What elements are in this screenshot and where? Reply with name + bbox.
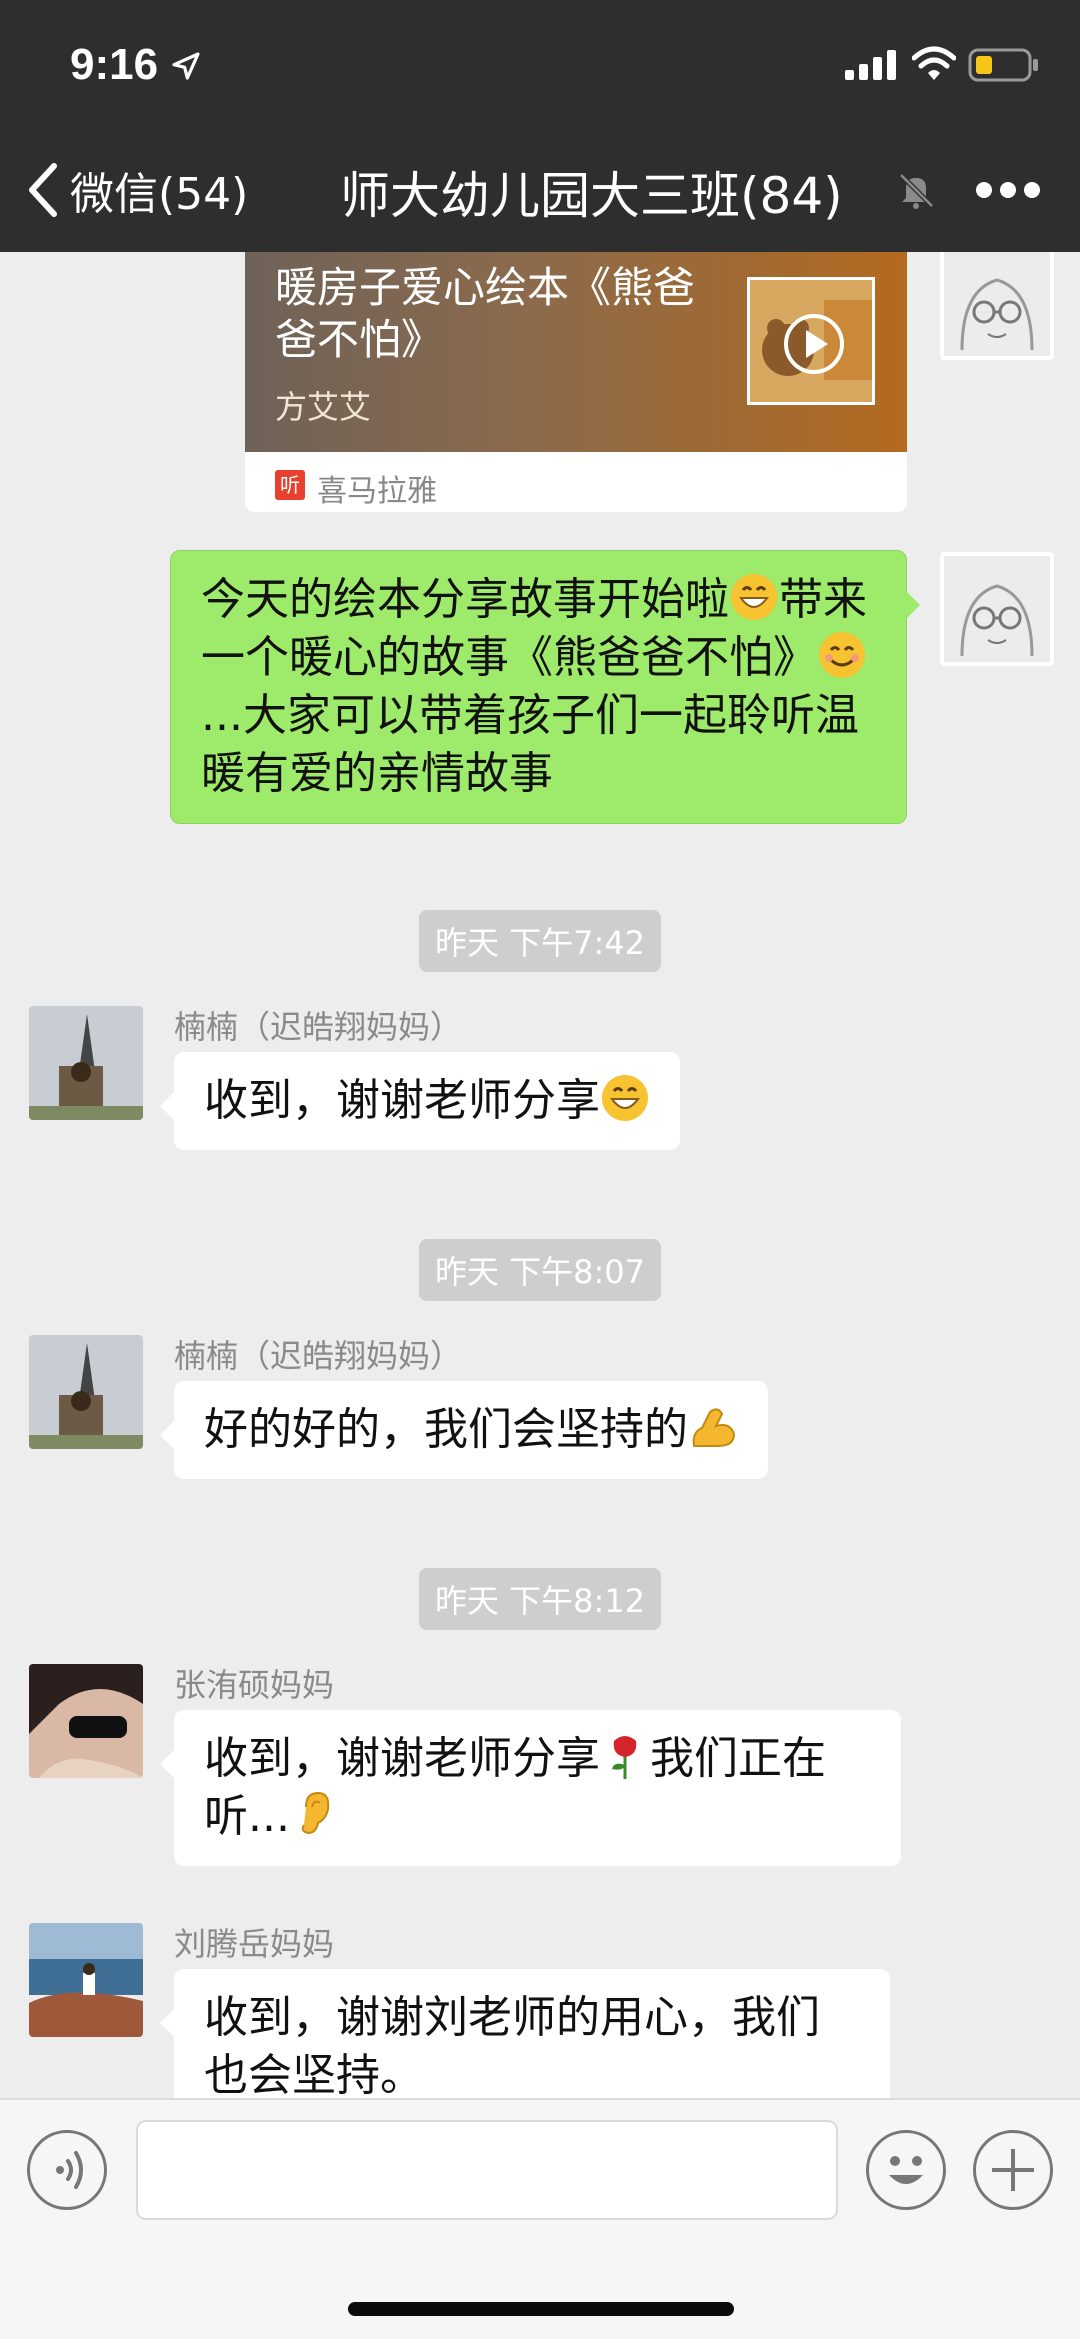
avatar-self[interactable] <box>940 552 1054 666</box>
message-timestamp: 昨天 下午7:42 <box>418 910 662 972</box>
message-timestamp: 昨天 下午8:07 <box>418 1239 662 1301</box>
chevron-left-icon <box>29 163 57 217</box>
mute-bell-icon <box>899 173 934 209</box>
card-cover-image <box>747 277 875 405</box>
card-author: 方艾艾 <box>275 388 372 426</box>
chat-title: 师大幼儿园大三班(84) <box>340 167 843 225</box>
message-text: 收到，谢谢老师分享 <box>204 1075 600 1126</box>
seaside-photo-avatar <box>29 1923 143 2037</box>
avatar-self[interactable] <box>940 252 1054 360</box>
ear-emoji-icon <box>301 1791 330 1835</box>
message-bubble[interactable]: 收到，谢谢老师分享 我们正在听... <box>160 1710 901 1866</box>
message-bubble[interactable]: 好的好的，我们会坚持的 <box>160 1381 768 1479</box>
message-timestamp: 昨天 下午8:12 <box>418 1568 662 1630</box>
eiffel-tower-photo-avatar <box>29 1335 143 1449</box>
message-bubble[interactable]: 收到，谢谢刘老师的用心，我们也会坚持。 <box>160 1969 890 2098</box>
plus-icon <box>992 2149 1034 2191</box>
back-button[interactable]: 微信(54) <box>24 160 248 220</box>
avatar-sender[interactable] <box>29 1664 143 1778</box>
ximalaya-logo-icon: 听 <box>275 470 305 500</box>
sender-name: 张洧硕妈妈 <box>174 1666 335 1704</box>
message-bubble[interactable]: 收到，谢谢老师分享 <box>160 1052 680 1150</box>
navigation-bar: 9:16 微信(54) 师大幼儿园大三班(84) <box>0 0 1080 252</box>
home-indicator[interactable] <box>348 2302 734 2316</box>
voice-wave-icon <box>56 2151 83 2189</box>
location-arrow-icon <box>172 52 200 80</box>
message-text: 今天的绘本分享故事开始啦 <box>201 574 729 625</box>
sender-name: 刘腾岳妈妈 <box>174 1925 335 1963</box>
sketch-girl-avatar <box>944 556 1050 662</box>
sketch-girl-avatar <box>944 252 1050 356</box>
sender-name: 楠楠（迟皓翔妈妈） <box>174 1337 463 1375</box>
smiley-face-icon <box>889 2156 923 2184</box>
emoji-button[interactable] <box>866 2130 946 2210</box>
message-text: 收到，谢谢刘老师的用心，我们也会坚持。 <box>204 1992 820 2098</box>
book-cover-thumbnail <box>750 280 872 402</box>
voice-input-button[interactable] <box>27 2130 107 2210</box>
battery-icon <box>968 48 1038 82</box>
smile-emoji-icon <box>819 632 865 678</box>
grin-emoji-icon <box>602 1075 648 1121</box>
status-time: 9:16 <box>70 40 159 89</box>
message-text: ...大家可以带着孩子们一起聆听温暖有爱的亲情故事 <box>201 690 859 799</box>
sender-name: 楠楠（迟皓翔妈妈） <box>174 1008 463 1046</box>
avatar-sender[interactable] <box>29 1335 143 1449</box>
wifi-icon <box>912 46 956 80</box>
message-input[interactable] <box>136 2120 838 2220</box>
message-text: 收到，谢谢老师分享 <box>204 1733 600 1784</box>
eiffel-tower-photo-avatar <box>29 1006 143 1120</box>
shared-audio-card[interactable]: 暖房子爱心绘本《熊爸爸不怕》 方艾艾 听 喜马拉雅 <box>245 252 907 512</box>
flexed-biceps-emoji-icon <box>692 1408 736 1447</box>
avatar-sender[interactable] <box>29 1923 143 2037</box>
input-bar <box>0 2098 1080 2339</box>
back-label: 微信(54) <box>70 169 249 220</box>
card-source: 喜马拉雅 <box>317 474 437 509</box>
grin-emoji-icon <box>731 574 777 620</box>
cellular-signal-icon <box>845 50 896 80</box>
message-list[interactable]: 暖房子爱心绘本《熊爸爸不怕》 方艾艾 听 喜马拉雅 今天的绘本分享故事开始啦 带… <box>0 252 1080 2098</box>
card-banner: 暖房子爱心绘本《熊爸爸不怕》 方艾艾 <box>245 252 907 452</box>
card-title: 暖房子爱心绘本《熊爸爸不怕》 <box>275 263 696 364</box>
more-options-icon[interactable] <box>975 178 1041 202</box>
more-functions-button[interactable] <box>973 2130 1053 2210</box>
avatar-sender[interactable] <box>29 1006 143 1120</box>
selfie-photo-avatar <box>29 1664 143 1778</box>
rose-emoji-icon <box>612 1736 637 1779</box>
message-bubble-self[interactable]: 今天的绘本分享故事开始啦 带来一个暖心的故事《熊爸爸不怕》...大家可以带着孩子们… <box>170 550 920 824</box>
message-text: 好的好的，我们会坚持的 <box>204 1404 688 1455</box>
